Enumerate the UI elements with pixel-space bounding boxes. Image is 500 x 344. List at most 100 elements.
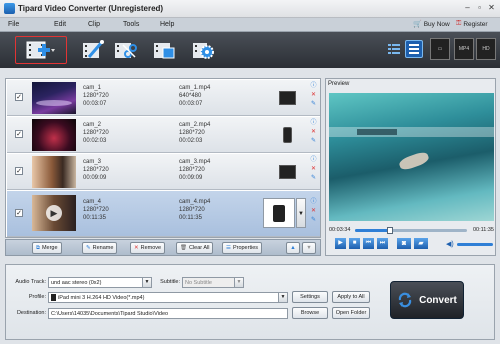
file-name: cam_4: [83, 199, 102, 205]
remove-icon: ✕: [134, 245, 139, 251]
ipad-icon: [273, 205, 285, 222]
menu-help[interactable]: Help: [160, 21, 174, 28]
output-device-icon[interactable]: [279, 165, 296, 179]
stop-icon[interactable]: ■: [349, 238, 360, 249]
profile-select[interactable]: iPad mini 3 H.264 HD Video(*.mp4) ▼: [48, 292, 288, 303]
move-down-icon[interactable]: ▼: [302, 242, 316, 254]
snapshot-icon[interactable]: ◙: [397, 238, 411, 249]
seek-progress: [355, 229, 390, 232]
info-icon[interactable]: ⓘ: [310, 83, 317, 90]
open-folder-button[interactable]: Open Folder: [332, 307, 370, 319]
file-duration: 00:11:35: [83, 215, 106, 221]
clear-all-button[interactable]: 🗑 Clear All: [176, 242, 214, 254]
audio-track-label: Audio Track:: [15, 279, 46, 285]
output-name[interactable]: cam_1.mp4: [179, 85, 210, 91]
preview-label: Preview: [328, 81, 350, 87]
remove-icon[interactable]: ✕: [310, 208, 317, 215]
output-resolution: 640*480: [179, 93, 202, 99]
file-row[interactable]: ✓ cam_1 1280*720 00:03:07 cam_1.mp4 640*…: [7, 80, 320, 116]
settings-button[interactable]: Settings: [292, 291, 328, 303]
info-icon[interactable]: ⓘ: [310, 120, 317, 127]
remove-icon[interactable]: ✕: [310, 92, 317, 99]
file-row[interactable]: ✓ ▶ cam_4 1280*720 00:11:35 cam_4.mp4 12…: [7, 191, 320, 237]
previous-icon[interactable]: ⏮: [363, 238, 374, 249]
output-profile-selector[interactable]: [263, 198, 295, 228]
add-file-button[interactable]: [15, 36, 67, 64]
play-icon[interactable]: ▶: [335, 238, 346, 249]
edit-icon[interactable]: ✎: [310, 101, 317, 108]
file-checkbox[interactable]: ✓: [15, 209, 23, 217]
file-row[interactable]: ✓ cam_2 1280*720 00:02:03 cam_2.mp4 1280…: [7, 117, 320, 153]
restore-icon[interactable]: ▫: [474, 3, 485, 13]
output-device-icon[interactable]: [279, 91, 296, 105]
row-controls: ⓘ ✕ ✎: [310, 157, 318, 182]
remove-icon[interactable]: ✕: [310, 129, 317, 136]
menu-clip[interactable]: Clip: [88, 21, 100, 28]
edit-icon[interactable]: ✎: [310, 175, 317, 182]
output-name[interactable]: cam_4.mp4: [179, 199, 210, 205]
film-plus-icon: [26, 41, 55, 59]
clip-button[interactable]: [110, 36, 140, 64]
register-link[interactable]: ⚿ Register: [456, 20, 488, 28]
next-icon[interactable]: ⏭: [377, 238, 388, 249]
file-row[interactable]: ✓ cam_3 1280*720 00:09:09 cam_3.mp4 1280…: [7, 154, 320, 190]
buy-now-link[interactable]: 🛒 Buy Now: [413, 20, 450, 29]
hd-profile-icon[interactable]: HD: [476, 38, 496, 60]
preferences-button[interactable]: [188, 36, 218, 64]
output-device-icon[interactable]: [283, 127, 292, 143]
properties-button[interactable]: ☰ Properties: [222, 242, 263, 254]
destination-input[interactable]: C:\Users\14035\Documents\Tipard Studio\V…: [48, 308, 288, 319]
main-toolbar: ▭ MP4 HD: [0, 32, 500, 68]
edit-icon[interactable]: ✎: [310, 138, 317, 145]
detail-view-icon[interactable]: [405, 40, 423, 58]
trash-icon: 🗑: [180, 245, 187, 251]
edit-video-button[interactable]: [78, 36, 108, 64]
merge-icon: ⧉: [36, 244, 40, 251]
edit-icon[interactable]: ✎: [310, 217, 317, 224]
merge-button[interactable]: ⧉ Merge: [32, 242, 62, 254]
seek-handle[interactable]: [386, 227, 393, 234]
minimize-icon[interactable]: –: [462, 3, 473, 13]
menu-tools[interactable]: Tools: [123, 21, 139, 28]
apply-to-all-button[interactable]: Apply to All: [332, 291, 370, 303]
file-checkbox[interactable]: ✓: [15, 167, 23, 175]
app-icon: [4, 3, 15, 14]
file-checkbox[interactable]: ✓: [15, 130, 23, 138]
audio-track-select[interactable]: und aac stereo (0x2) ▼: [48, 277, 152, 288]
remove-button[interactable]: ✕ Remove: [130, 242, 166, 254]
close-icon[interactable]: ✕: [486, 3, 497, 13]
browse-button[interactable]: Browse: [292, 307, 328, 319]
cart-icon: 🛒: [413, 21, 422, 28]
remove-icon[interactable]: ✕: [310, 166, 317, 173]
file-checkbox[interactable]: ✓: [15, 93, 23, 101]
info-icon[interactable]: ⓘ: [310, 199, 317, 206]
profile-dropdown-icon[interactable]: ▼: [296, 198, 306, 228]
current-time: 00:03:34: [329, 227, 351, 233]
seek-bar[interactable]: [355, 227, 467, 234]
app-title: Tipard Video Converter (Unregistered): [18, 4, 164, 13]
play-icon[interactable]: ▶: [46, 205, 62, 221]
chevron-down-icon: ▼: [234, 278, 243, 287]
folder-icon[interactable]: ▰: [414, 238, 428, 249]
film-wand-icon: [83, 40, 104, 58]
menu-edit[interactable]: Edit: [54, 21, 66, 28]
device-profile-icon[interactable]: ▭: [430, 38, 450, 60]
menu-bar: File Edit Clip Tools Help 🛒 Buy Now ⚿ Re…: [0, 18, 500, 32]
film-scissors-icon: [115, 43, 137, 58]
list-view-icon[interactable]: [385, 40, 403, 58]
volume-icon[interactable]: ◀): [446, 240, 454, 248]
output-name[interactable]: cam_3.mp4: [179, 159, 210, 165]
output-duration: 00:03:07: [179, 101, 203, 107]
format-profile-icon[interactable]: MP4: [454, 38, 474, 60]
list-action-bar: ⧉ Merge ✎ Rename ✕ Remove 🗑 Clear All ☰ Prope…: [5, 239, 321, 256]
move-up-icon[interactable]: ▲: [286, 242, 300, 254]
info-icon[interactable]: ⓘ: [310, 157, 317, 164]
volume-slider[interactable]: [457, 243, 493, 246]
convert-button[interactable]: Convert: [390, 281, 464, 319]
3d-button[interactable]: [149, 36, 179, 64]
output-resolution: 1280*720: [179, 207, 205, 213]
menu-file[interactable]: File: [8, 21, 19, 28]
output-name[interactable]: cam_2.mp4: [179, 122, 210, 128]
subtitle-select[interactable]: No Subtitle ▼: [182, 277, 244, 288]
rename-button[interactable]: ✎ Rename: [82, 242, 118, 254]
